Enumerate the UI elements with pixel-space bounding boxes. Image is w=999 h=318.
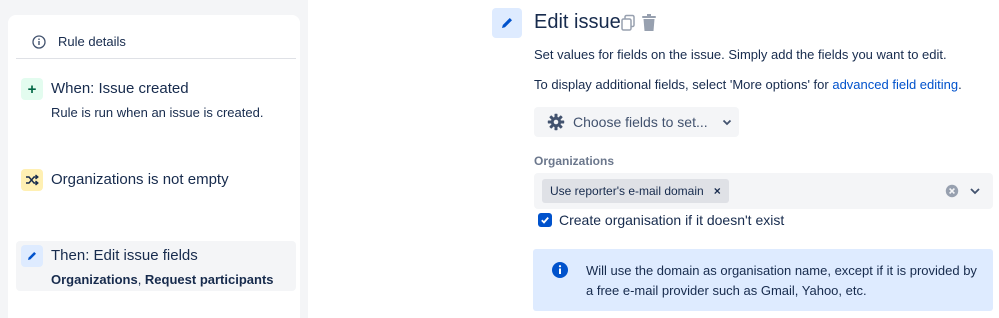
info-circle-icon [552, 262, 568, 278]
action-fields: Organizations, Request participants [51, 272, 274, 287]
action-title: Then: Edit issue fields [51, 247, 198, 264]
shuffle-icon [21, 169, 43, 191]
create-organisation-checkbox[interactable] [538, 213, 552, 227]
gear-icon [547, 113, 565, 131]
tag-remove-icon[interactable]: × [714, 184, 721, 198]
chevron-down-icon [722, 119, 731, 126]
plus-icon: + [21, 78, 43, 100]
rule-details-header[interactable]: Rule details [16, 25, 296, 59]
organizations-tag-text: Use reporter's e-mail domain [550, 184, 704, 198]
edit-description: Set values for fields on the issue. Simp… [534, 47, 947, 62]
trigger-title: When: Issue created [51, 80, 189, 97]
edit-pencil-icon [492, 8, 522, 38]
checkmark-icon [541, 217, 549, 224]
trigger-subtitle: Rule is run when an issue is created. [51, 105, 264, 120]
info-message-text: Will use the domain as organisation name… [586, 263, 977, 298]
hint-prefix: To display additional fields, select 'Mo… [534, 77, 833, 92]
advanced-editing-hint: To display additional fields, select 'Mo… [534, 77, 962, 92]
dropdown-chevron-icon[interactable] [969, 186, 981, 196]
info-icon [32, 34, 46, 49]
organizations-tag: Use reporter's e-mail domain × [542, 179, 729, 203]
trash-icon[interactable] [641, 13, 657, 32]
rule-details-title: Rule details [58, 34, 126, 49]
clear-icon[interactable] [945, 184, 959, 198]
pencil-icon [21, 245, 43, 267]
organizations-select[interactable]: Use reporter's e-mail domain × [534, 173, 993, 209]
choose-fields-button[interactable]: Choose fields to set... [534, 107, 739, 137]
trigger-component[interactable]: + When: Issue created Rule is run when a… [16, 74, 296, 130]
info-message-panel: Will use the domain as organisation name… [533, 249, 993, 311]
action-component[interactable]: Then: Edit issue fields Organizations, R… [16, 241, 296, 291]
condition-component[interactable]: Organizations is not empty [16, 165, 296, 199]
action-field-organizations: Organizations [51, 272, 138, 287]
condition-title: Organizations is not empty [51, 171, 229, 188]
action-field-separator: , [137, 272, 145, 287]
advanced-field-editing-link[interactable]: advanced field editing [832, 77, 958, 92]
action-field-request-participants: Request participants [144, 272, 274, 287]
choose-fields-label: Choose fields to set... [573, 114, 708, 130]
organizations-field-label: Organizations [534, 154, 615, 168]
create-organisation-label: Create organisation if it doesn't exist [559, 212, 785, 228]
hint-suffix: . [958, 77, 962, 92]
edit-issue-title: Edit issue [534, 11, 621, 33]
copy-icon[interactable] [620, 14, 636, 32]
